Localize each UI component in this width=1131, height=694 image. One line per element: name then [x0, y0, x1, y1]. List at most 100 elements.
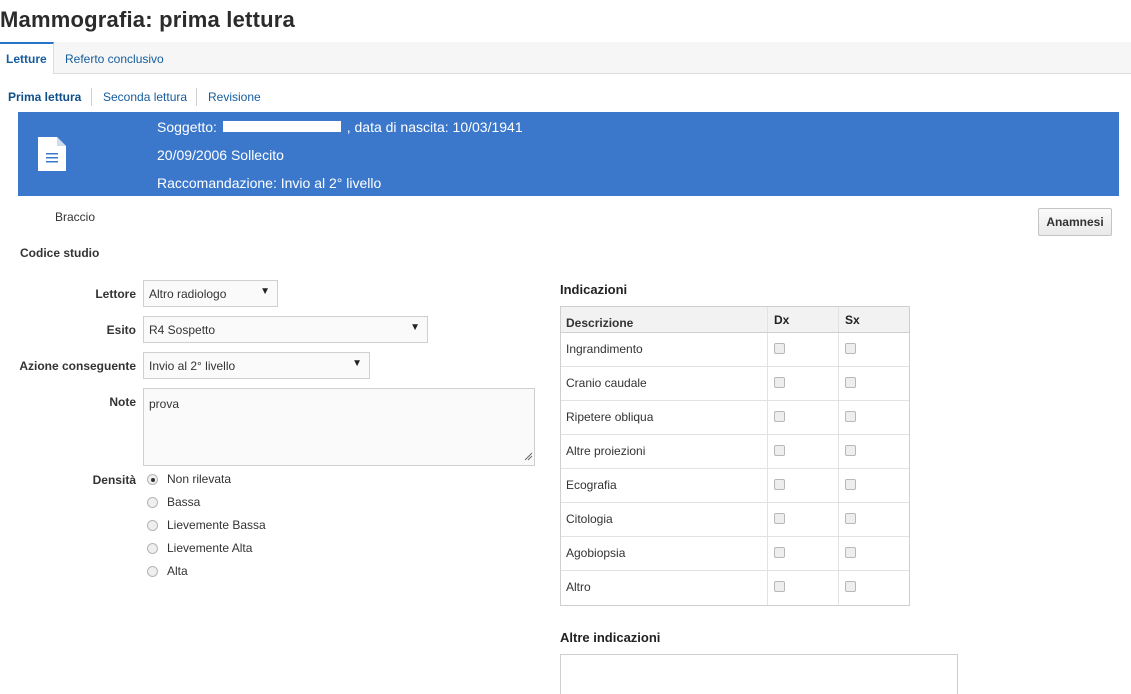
densita-option-label: Lievemente Bassa	[167, 518, 266, 532]
recommendation-line: Raccomandazione: Invio al 2° livello	[157, 175, 382, 191]
sx-cell	[838, 571, 909, 605]
sx-checkbox[interactable]	[845, 513, 856, 524]
dx-cell	[767, 401, 838, 434]
row-label: Agobiopsia	[566, 546, 626, 560]
subtab-divider	[196, 88, 197, 106]
azione-select[interactable]: Invio al 2° livello ▼	[143, 352, 370, 379]
dx-checkbox[interactable]	[774, 377, 785, 388]
subtab-seconda-lettura[interactable]: Seconda lettura	[103, 86, 187, 108]
subject-prefix: Soggetto:	[157, 119, 217, 135]
dropdown-arrow-icon: ▼	[352, 358, 362, 369]
altre-indicazioni-title: Altre indicazioni	[560, 630, 661, 645]
azione-label: Azione conseguente	[19, 359, 136, 373]
esito-select[interactable]: R4 Sospetto ▼	[143, 316, 428, 343]
dx-checkbox[interactable]	[774, 411, 785, 422]
row-label: Ingrandimento	[566, 342, 643, 356]
sx-cell	[838, 401, 909, 434]
densita-label: Densità	[92, 473, 136, 487]
table-row: Altre proiezioni	[561, 435, 909, 469]
sx-checkbox[interactable]	[845, 411, 856, 422]
lettore-label: Lettore	[95, 287, 136, 301]
dx-cell	[767, 537, 838, 570]
table-row: Ripetere obliqua	[561, 401, 909, 435]
header-sx: Sx	[838, 307, 909, 332]
sx-cell	[838, 503, 909, 536]
document-icon	[37, 136, 67, 175]
subject-line: Soggetto: , data di nascita: 10/03/1941	[157, 119, 523, 135]
dx-cell	[767, 367, 838, 400]
note-label: Note	[109, 395, 136, 409]
sx-cell	[838, 469, 909, 502]
sx-cell	[838, 333, 909, 366]
sx-checkbox[interactable]	[845, 445, 856, 456]
subject-birthdate: , data di nascita: 10/03/1941	[346, 119, 523, 135]
dx-cell	[767, 333, 838, 366]
dropdown-arrow-icon: ▼	[260, 286, 270, 297]
row-label: Altre proiezioni	[566, 444, 646, 458]
subject-banner: Soggetto: , data di nascita: 10/03/1941 …	[18, 112, 1119, 196]
sx-checkbox[interactable]	[845, 343, 856, 354]
sx-checkbox[interactable]	[845, 377, 856, 388]
braccio-label: Braccio	[55, 210, 96, 224]
table-row: Agobiopsia	[561, 537, 909, 571]
dx-cell	[767, 435, 838, 468]
row-label: Ripetere obliqua	[566, 410, 654, 424]
densita-option-label: Bassa	[167, 495, 201, 509]
sx-cell	[838, 367, 909, 400]
note-textarea[interactable]: prova	[143, 388, 535, 466]
subtab-revisione[interactable]: Revisione	[208, 86, 261, 108]
sx-cell	[838, 435, 909, 468]
dx-cell	[767, 503, 838, 536]
radio-button[interactable]	[147, 543, 158, 554]
page-title: Mammografia: prima lettura	[0, 7, 295, 32]
sx-checkbox[interactable]	[845, 581, 856, 592]
lettore-value: Altro radiologo	[149, 287, 227, 301]
tab-letture[interactable]: Letture	[0, 42, 54, 74]
subtab-prima-lettura[interactable]: Prima lettura	[8, 86, 81, 108]
reminder-line: 20/09/2006 Sollecito	[157, 147, 284, 163]
altre-indicazioni-textarea[interactable]	[560, 654, 958, 694]
lettore-select[interactable]: Altro radiologo ▼	[143, 280, 278, 307]
dx-cell	[767, 469, 838, 502]
sx-checkbox[interactable]	[845, 479, 856, 490]
anamnesi-button[interactable]: Anamnesi	[1038, 208, 1112, 236]
table-row: Cranio caudale	[561, 367, 909, 401]
table-row: Ingrandimento	[561, 333, 909, 367]
subtab-divider	[91, 88, 92, 106]
dx-checkbox[interactable]	[774, 513, 785, 524]
radio-button[interactable]	[147, 520, 158, 531]
tab-bar: Letture Referto conclusivo	[0, 42, 1131, 74]
dx-checkbox[interactable]	[774, 479, 785, 490]
dx-checkbox[interactable]	[774, 445, 785, 456]
indicazioni-table: Descrizione Dx Sx Ingrandimento Cranio c…	[560, 306, 910, 606]
header-descrizione: Descrizione	[566, 316, 634, 330]
densita-option-label: Non rilevata	[167, 472, 232, 486]
esito-label: Esito	[106, 323, 136, 337]
dx-cell	[767, 571, 838, 605]
sx-checkbox[interactable]	[845, 547, 856, 558]
table-header: Descrizione Dx Sx	[561, 307, 909, 333]
dx-checkbox[interactable]	[774, 343, 785, 354]
tab-referto-conclusivo[interactable]: Referto conclusivo	[59, 42, 170, 73]
row-label: Altro	[566, 580, 591, 594]
esito-value: R4 Sospetto	[149, 323, 216, 337]
dx-checkbox[interactable]	[774, 547, 785, 558]
redacted-name	[222, 120, 341, 132]
densita-option-label: Lievemente Alta	[167, 541, 253, 555]
sx-cell	[838, 537, 909, 570]
indicazioni-title: Indicazioni	[560, 282, 628, 297]
table-row: Ecografia	[561, 469, 909, 503]
table-row: Altro	[561, 571, 909, 605]
radio-button[interactable]	[147, 497, 158, 508]
codice-studio-label: Codice studio	[20, 246, 100, 260]
radio-button[interactable]	[147, 566, 158, 577]
densita-option-label: Alta	[167, 564, 188, 578]
note-value: prova	[149, 397, 180, 411]
dx-checkbox[interactable]	[774, 581, 785, 592]
dropdown-arrow-icon: ▼	[410, 322, 420, 333]
azione-value: Invio al 2° livello	[149, 359, 236, 373]
radio-button[interactable]	[147, 474, 158, 485]
row-label: Citologia	[566, 512, 613, 526]
resize-grip-icon[interactable]	[523, 450, 533, 464]
row-label: Ecografia	[566, 478, 617, 492]
